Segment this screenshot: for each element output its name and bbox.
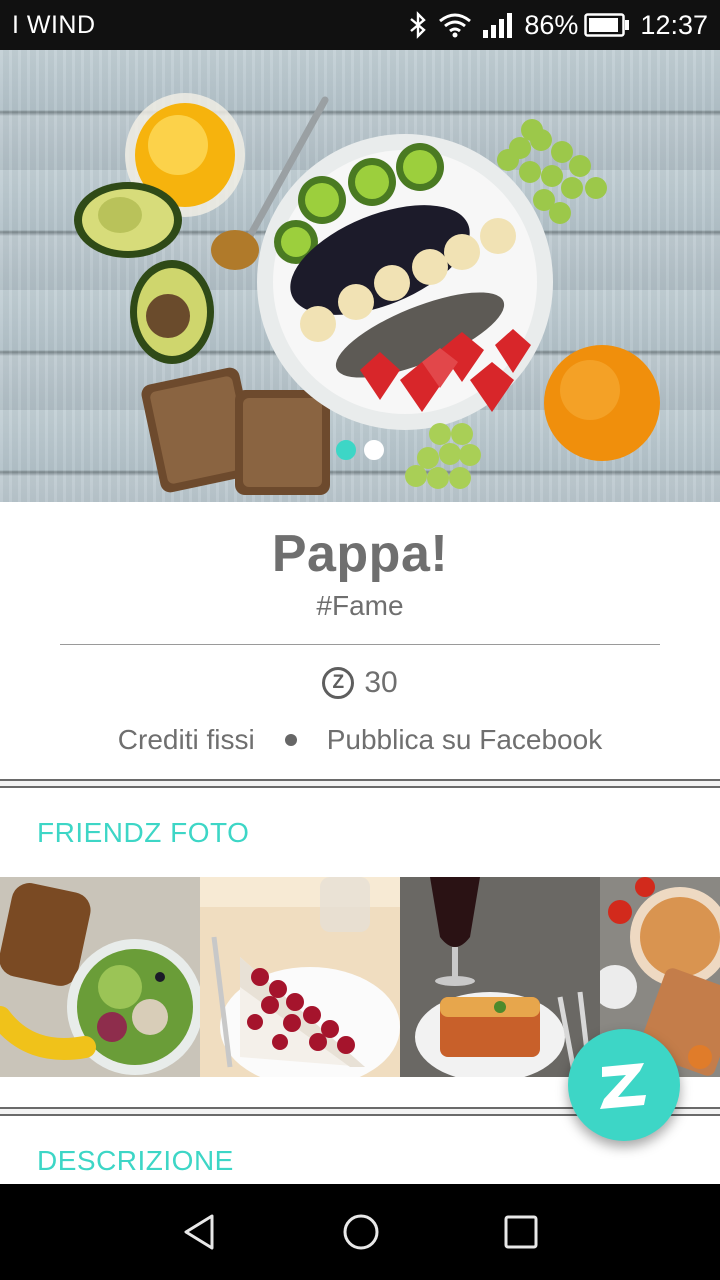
signal-icon — [482, 12, 514, 38]
recent-apps-icon[interactable] — [501, 1212, 541, 1252]
page-title: Pappa! — [271, 525, 449, 583]
friendz-action-button[interactable] — [568, 1029, 680, 1141]
back-icon[interactable] — [180, 1212, 220, 1252]
hashtag: #Fame — [316, 590, 404, 621]
system-nav-bar — [0, 1184, 720, 1280]
breakfast-photo — [74, 93, 660, 495]
friendz-logo-icon — [600, 1063, 646, 1109]
battery-icon — [584, 12, 630, 38]
battery-percent: 86% — [524, 9, 579, 40]
cheesecake-photo[interactable] — [200, 877, 400, 1077]
section-separator — [0, 779, 720, 788]
salad-photo[interactable] — [0, 877, 200, 1077]
credits-row: Z 30 — [0, 666, 720, 700]
clock: 12:37 — [640, 9, 708, 40]
mission-meta: Crediti fissi Pubblica su Facebook — [0, 724, 720, 756]
credit-coin-icon: Z — [322, 667, 355, 699]
wifi-icon — [438, 12, 472, 38]
credit-type-label: Crediti fissi — [117, 724, 255, 755]
divider — [60, 644, 660, 645]
friendz-photos-title: FRIENDZ FOTO — [37, 817, 250, 848]
carousel-dot-1[interactable] — [336, 440, 356, 460]
status-bar: I WIND 86% 12:37 — [0, 0, 720, 50]
description-title: DESCRIZIONE — [37, 1145, 234, 1176]
hero-image-carousel[interactable] — [0, 50, 720, 502]
credits-value: 30 — [364, 666, 398, 699]
publish-target-label: Pubblica su Facebook — [326, 724, 603, 755]
lasagna-photo[interactable] — [400, 877, 600, 1077]
carousel-indicator — [0, 440, 720, 460]
carrier-name: I WIND — [12, 11, 96, 39]
bullet-separator — [284, 734, 297, 746]
home-icon[interactable] — [341, 1212, 381, 1252]
carousel-dot-2[interactable] — [364, 440, 384, 460]
bluetooth-icon — [408, 11, 428, 39]
